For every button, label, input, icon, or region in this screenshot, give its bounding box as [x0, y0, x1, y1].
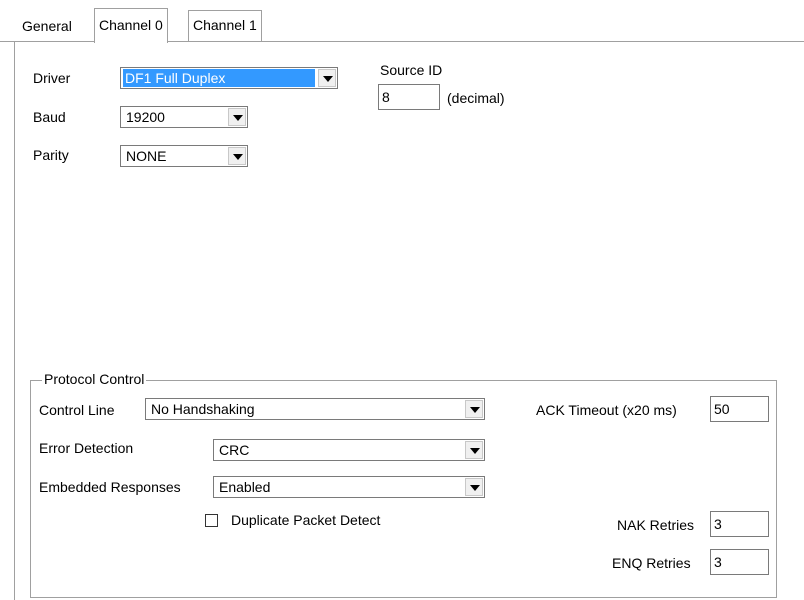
parity-dropdown-button[interactable] [228, 147, 246, 165]
ack-timeout-value: 50 [714, 401, 730, 417]
source-id-label: Source ID [380, 62, 443, 78]
chevron-down-icon [233, 115, 243, 121]
tab-channel-0[interactable]: Channel 0 [94, 8, 168, 43]
chevron-down-icon [233, 154, 243, 160]
chevron-down-icon [323, 76, 333, 82]
driver-label: Driver [33, 70, 71, 86]
chevron-down-icon [470, 485, 480, 491]
embedded-responses-select[interactable]: Enabled [213, 476, 485, 498]
chevron-down-icon [470, 448, 480, 454]
protocol-control-title: Protocol Control [42, 371, 147, 387]
parity-value: NONE [126, 148, 167, 164]
tab-general[interactable]: General [20, 12, 74, 40]
control-line-label: Control Line [39, 402, 115, 418]
error-detection-select[interactable]: CRC [213, 439, 485, 461]
baud-dropdown-button[interactable] [228, 108, 246, 126]
control-line-value: No Handshaking [151, 401, 255, 417]
embedded-responses-label: Embedded Responses [39, 479, 181, 495]
driver-select[interactable]: DF1 Full Duplex [120, 67, 338, 89]
enq-retries-field[interactable]: 3 [710, 549, 769, 575]
enq-retries-value: 3 [714, 554, 722, 570]
error-detection-dropdown-button[interactable] [465, 441, 483, 459]
control-line-select[interactable]: No Handshaking [145, 398, 485, 420]
driver-dropdown-button[interactable] [318, 69, 336, 87]
source-id-field[interactable]: 8 [378, 84, 440, 110]
parity-label: Parity [33, 147, 69, 163]
duplicate-packet-label: Duplicate Packet Detect [231, 512, 381, 528]
duplicate-packet-checkbox[interactable] [205, 514, 218, 527]
enq-retries-label: ENQ Retries [612, 555, 691, 571]
error-detection-label: Error Detection [39, 440, 134, 456]
source-id-value: 8 [382, 89, 390, 105]
baud-value: 19200 [126, 109, 165, 125]
driver-value: DF1 Full Duplex [123, 69, 315, 87]
error-detection-value: CRC [219, 442, 250, 458]
ack-timeout-field[interactable]: 50 [710, 396, 769, 422]
baud-select[interactable]: 19200 [120, 106, 248, 128]
nak-retries-field[interactable]: 3 [710, 511, 769, 537]
source-id-unit: (decimal) [447, 90, 505, 106]
nak-retries-label: NAK Retries [617, 517, 695, 533]
nak-retries-value: 3 [714, 516, 722, 532]
ack-timeout-label: ACK Timeout (x20 ms) [536, 402, 677, 418]
chevron-down-icon [470, 407, 480, 413]
panel-border [14, 41, 15, 600]
embedded-responses-value: Enabled [219, 479, 271, 495]
tab-channel-1[interactable]: Channel 1 [188, 10, 262, 41]
control-line-dropdown-button[interactable] [465, 400, 483, 418]
parity-select[interactable]: NONE [120, 145, 248, 167]
embedded-responses-dropdown-button[interactable] [465, 478, 483, 496]
baud-label: Baud [33, 109, 66, 125]
